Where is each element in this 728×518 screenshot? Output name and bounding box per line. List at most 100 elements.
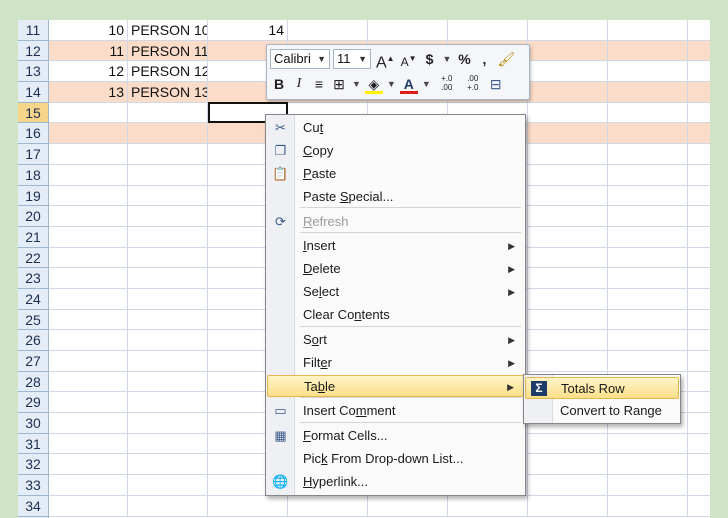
format-painter-icon[interactable]: 🖌 bbox=[495, 49, 517, 69]
cell[interactable] bbox=[288, 495, 368, 516]
cell[interactable] bbox=[49, 454, 128, 475]
cell[interactable] bbox=[528, 226, 608, 247]
menu-item-insert[interactable]: Insert ▶ bbox=[267, 235, 524, 257]
row-header[interactable]: 22 bbox=[18, 248, 48, 269]
cell[interactable] bbox=[528, 123, 608, 144]
cell[interactable] bbox=[49, 288, 128, 309]
cell[interactable] bbox=[528, 495, 608, 516]
cell[interactable] bbox=[688, 206, 710, 226]
cell[interactable] bbox=[49, 164, 128, 185]
cell[interactable] bbox=[49, 102, 128, 123]
cell[interactable] bbox=[608, 454, 688, 475]
cell[interactable] bbox=[49, 144, 128, 164]
chevron-down-icon[interactable]: ▼ bbox=[441, 49, 454, 69]
cell[interactable] bbox=[528, 40, 608, 61]
cell[interactable] bbox=[128, 413, 208, 433]
menu-item-pick-from-drop-down-list[interactable]: Pick From Drop-down List... bbox=[267, 448, 524, 470]
cell[interactable] bbox=[688, 268, 710, 288]
cell[interactable] bbox=[688, 454, 710, 474]
row-header[interactable]: 20 bbox=[18, 206, 48, 227]
menu-item-format-cells[interactable]: ▦ Format Cells... bbox=[267, 425, 524, 447]
cell[interactable] bbox=[528, 102, 608, 123]
row-header[interactable]: 29 bbox=[18, 392, 48, 414]
cell[interactable] bbox=[368, 495, 448, 516]
cell[interactable] bbox=[49, 206, 128, 226]
row-header[interactable]: 31 bbox=[18, 434, 48, 455]
cell[interactable] bbox=[128, 268, 208, 288]
cell[interactable] bbox=[688, 475, 710, 495]
cell[interactable] bbox=[688, 165, 710, 185]
menu-item-hyperlink[interactable]: 🌐 Hyperlink... bbox=[267, 471, 524, 493]
cell[interactable] bbox=[528, 247, 608, 268]
cell[interactable] bbox=[128, 330, 208, 350]
cell[interactable] bbox=[448, 495, 528, 516]
row-header[interactable]: 32 bbox=[18, 454, 48, 476]
cell[interactable] bbox=[608, 144, 688, 164]
row-header[interactable]: 34 bbox=[18, 496, 48, 517]
cell[interactable] bbox=[128, 475, 208, 495]
cell[interactable] bbox=[128, 185, 208, 206]
cell[interactable] bbox=[608, 61, 688, 82]
font-color-button[interactable]: A bbox=[399, 74, 418, 94]
row-header[interactable]: 28 bbox=[18, 372, 48, 393]
cell[interactable] bbox=[528, 309, 608, 330]
cell[interactable] bbox=[528, 144, 608, 164]
cell[interactable]: 10 bbox=[49, 20, 128, 40]
row-header[interactable]: 18 bbox=[18, 165, 48, 186]
cell[interactable] bbox=[528, 330, 608, 350]
menu-item-select[interactable]: Select ▶ bbox=[267, 281, 524, 303]
cell[interactable] bbox=[688, 144, 710, 164]
cell[interactable] bbox=[608, 102, 688, 123]
cell[interactable] bbox=[608, 164, 688, 185]
cell[interactable] bbox=[528, 268, 608, 288]
menu-item-paste[interactable]: 📋 Paste bbox=[267, 163, 524, 185]
cell[interactable] bbox=[288, 20, 368, 40]
row-header[interactable]: 15 bbox=[18, 102, 48, 124]
cell[interactable] bbox=[49, 495, 128, 516]
menu-item-delete[interactable]: Delete ▶ bbox=[267, 258, 524, 280]
cell[interactable] bbox=[128, 102, 208, 123]
shrink-font-button[interactable]: A▼ bbox=[399, 49, 419, 69]
row-header[interactable]: 11 bbox=[18, 20, 48, 41]
cell[interactable] bbox=[128, 288, 208, 309]
cell[interactable] bbox=[49, 351, 128, 371]
cell[interactable] bbox=[528, 288, 608, 309]
cell[interactable] bbox=[128, 351, 208, 371]
cell[interactable] bbox=[608, 247, 688, 268]
cell[interactable] bbox=[688, 20, 710, 40]
cell[interactable] bbox=[128, 495, 208, 516]
cell[interactable] bbox=[448, 20, 528, 40]
row-header[interactable]: 27 bbox=[18, 351, 48, 372]
cell[interactable] bbox=[368, 20, 448, 40]
row-header[interactable]: 14 bbox=[18, 82, 48, 103]
menu-item-paste-special[interactable]: Paste Special... bbox=[267, 186, 524, 208]
menu-item-table[interactable]: Table ▶ bbox=[267, 375, 524, 397]
cell[interactable] bbox=[528, 433, 608, 454]
row-header[interactable]: 25 bbox=[18, 310, 48, 331]
cell[interactable] bbox=[688, 248, 710, 268]
chevron-down-icon[interactable]: ▼ bbox=[385, 74, 398, 94]
menu-item-refresh[interactable]: ⟳ Refresh bbox=[267, 211, 524, 233]
cell[interactable] bbox=[688, 392, 710, 412]
cell[interactable] bbox=[608, 433, 688, 454]
cell[interactable] bbox=[688, 351, 710, 371]
grow-font-button[interactable]: A▲ bbox=[374, 49, 397, 71]
cell[interactable] bbox=[608, 123, 688, 144]
cell[interactable] bbox=[528, 185, 608, 206]
font-name-combo[interactable]: Calibri ▼ bbox=[270, 49, 330, 69]
cell[interactable] bbox=[688, 496, 710, 516]
submenu-item-convert-to-range[interactable]: Convert to Range bbox=[525, 400, 679, 422]
menu-item-clear-contents[interactable]: Clear Contents bbox=[267, 304, 524, 326]
cell[interactable] bbox=[688, 434, 710, 454]
cell[interactable] bbox=[608, 40, 688, 61]
cell[interactable] bbox=[49, 330, 128, 350]
cell[interactable] bbox=[128, 309, 208, 330]
cell[interactable] bbox=[49, 268, 128, 288]
cell[interactable] bbox=[49, 247, 128, 268]
cell[interactable] bbox=[688, 41, 710, 61]
currency-button[interactable]: $ bbox=[421, 49, 439, 69]
fill-color-icon[interactable]: ◈ bbox=[364, 74, 383, 94]
decrease-decimal-button[interactable]: .00 +.0 bbox=[461, 74, 485, 94]
merge-cells-icon[interactable]: ⊟ bbox=[487, 74, 505, 94]
cell[interactable] bbox=[208, 495, 288, 516]
